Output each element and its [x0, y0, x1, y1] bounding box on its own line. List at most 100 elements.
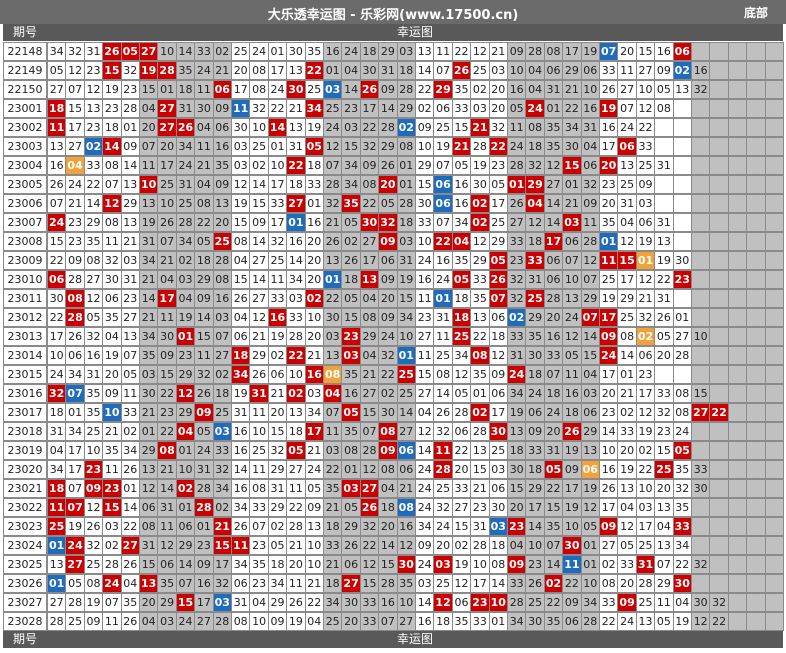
number-cell: 11: [580, 213, 600, 232]
number-cell: 32: [525, 156, 545, 175]
bottom-link[interactable]: 底部: [744, 4, 768, 21]
number-cell: 10: [507, 61, 527, 80]
number-cell: 29: [488, 232, 508, 251]
number-cell: 31: [267, 479, 288, 498]
number-cell: 16: [47, 156, 67, 175]
number-cell: 20: [433, 536, 453, 555]
number-cell: 29: [433, 80, 453, 99]
number-cell: 15: [194, 327, 214, 346]
number-cell: 31: [231, 403, 251, 422]
number-cell: 34: [341, 175, 361, 194]
number-cell: 25: [433, 574, 453, 593]
number-cell: 08: [249, 479, 269, 498]
number-cell: 27: [396, 612, 416, 631]
number-cell: 34: [231, 498, 251, 517]
number-cell: 06: [341, 555, 361, 574]
number-cell: 07: [323, 403, 343, 422]
number-cell: 11: [617, 61, 637, 80]
number-cell: 18: [525, 137, 545, 156]
number-cell: 09: [654, 61, 674, 80]
number-cell: 31: [525, 270, 545, 289]
number-cell: [727, 460, 748, 479]
number-cell: 21: [635, 289, 656, 308]
number-cell: [691, 517, 711, 536]
number-cell: 14: [194, 308, 214, 327]
number-cell: 14: [157, 479, 177, 498]
number-cell: [709, 61, 729, 80]
number-cell: 28: [525, 42, 545, 61]
number-cell: 28: [470, 137, 490, 156]
number-cell: 28: [433, 460, 453, 479]
number-cell: 29: [175, 365, 196, 384]
number-cell: 05: [451, 384, 472, 403]
number-cell: [709, 574, 729, 593]
number-cell: 01: [543, 99, 564, 118]
number-cell: [764, 42, 784, 61]
number-cell: 18: [102, 118, 122, 137]
number-cell: 35: [396, 574, 416, 593]
number-cell: [764, 156, 784, 175]
number-cell: 12: [249, 308, 269, 327]
number-cell: 04: [415, 403, 435, 422]
number-cell: 23: [470, 593, 490, 612]
number-cell: 18: [175, 80, 196, 99]
number-cell: 10: [691, 327, 711, 346]
number-cell: 24: [175, 156, 196, 175]
number-cell: 26: [599, 80, 619, 99]
number-cell: [764, 612, 784, 631]
number-cell: 08: [470, 346, 490, 365]
number-cell: 32: [433, 422, 453, 441]
number-cell: [672, 365, 692, 384]
number-cell: [746, 460, 766, 479]
number-cell: 34: [267, 574, 288, 593]
number-cell: 06: [433, 175, 453, 194]
number-cell: 06: [635, 346, 656, 365]
number-cell: [764, 346, 784, 365]
number-cell: 19: [102, 80, 122, 99]
number-cell: 15: [654, 441, 674, 460]
number-cell: [691, 346, 711, 365]
number-cell: 20: [231, 61, 251, 80]
number-cell: 21: [488, 42, 508, 61]
number-cell: 08: [249, 61, 269, 80]
number-cell: 20: [267, 403, 288, 422]
number-cell: 20: [599, 156, 619, 175]
number-cell: 11: [267, 270, 288, 289]
number-cell: 32: [378, 213, 398, 232]
number-cell: 25: [433, 479, 453, 498]
number-cell: 21: [323, 498, 343, 517]
number-cell: 02: [543, 574, 564, 593]
number-cell: 07: [102, 175, 122, 194]
number-cell: 18: [488, 536, 508, 555]
number-cell: 22: [120, 517, 140, 536]
number-cell: 25: [175, 194, 196, 213]
number-cell: 25: [525, 289, 545, 308]
number-cell: 12: [470, 232, 490, 251]
number-cell: 04: [47, 441, 67, 460]
number-cell: 01: [599, 232, 619, 251]
number-cell: 20: [617, 574, 637, 593]
number-cell: 20: [341, 612, 361, 631]
number-cell: 21: [562, 80, 582, 99]
number-cell: 20: [654, 346, 674, 365]
number-cell: 16: [396, 517, 416, 536]
number-cell: 22: [635, 118, 656, 137]
number-cell: 23: [65, 213, 85, 232]
number-cell: 23: [599, 175, 619, 194]
number-cell: 09: [525, 422, 545, 441]
number-cell: 25: [212, 403, 232, 422]
number-cell: 21: [65, 194, 85, 213]
number-cell: 23: [102, 479, 122, 498]
number-cell: [727, 612, 748, 631]
number-cell: 34: [562, 118, 582, 137]
number-cell: 12: [415, 422, 435, 441]
number-cell: [746, 118, 766, 137]
number-cell: 20: [304, 327, 324, 346]
number-cell: 21: [304, 574, 324, 593]
number-cell: 10: [599, 441, 619, 460]
number-cell: [727, 308, 748, 327]
number-cell: 07: [102, 593, 122, 612]
number-cell: 19: [231, 194, 251, 213]
number-cell: 18: [396, 213, 416, 232]
number-cell: 26: [378, 156, 398, 175]
